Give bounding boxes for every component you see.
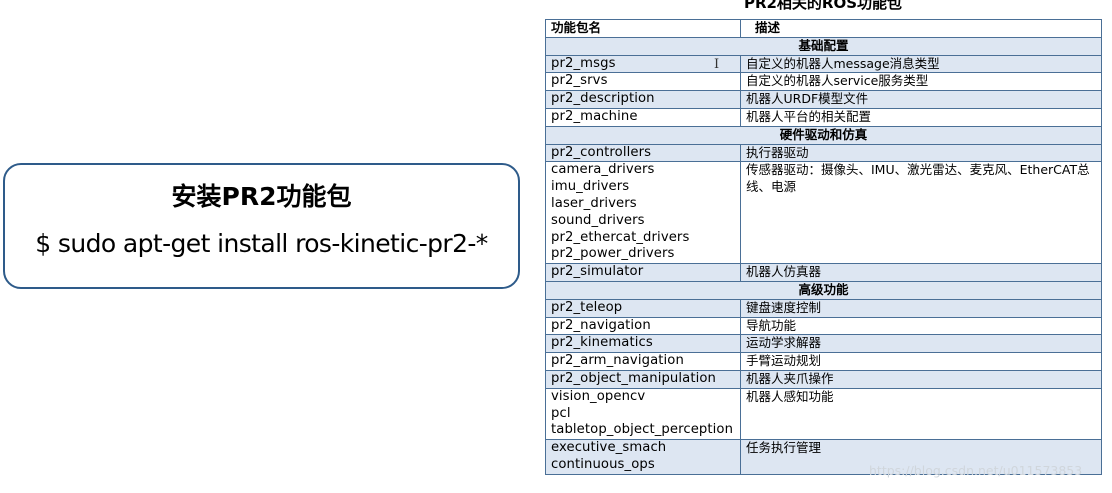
table-title: PR2相关的ROS功能包 — [743, 0, 903, 12]
watermark: https://blog.csdn.net/u011573853 — [869, 463, 1083, 478]
package-name-cell: pr2_teleop — [545, 298, 741, 318]
package-description-cell: 传感器驱动：摄像头、IMU、激光雷达、麦克风、EtherCAT总线、电源 — [740, 161, 1102, 265]
package-name-cell: pr2_srvs — [545, 72, 741, 92]
package-name-cell: pr2_msgs — [545, 54, 741, 74]
table-row: pr2_srvs 自定义的机器人service服务类型 — [545, 72, 1102, 92]
ros-package-table: 功能包名 描述 基础配置 pr2_msgs 自定义的机器人message消息类型 pr… — [545, 19, 1102, 475]
text-cursor-icon: I — [714, 57, 720, 72]
install-command: $ sudo apt-get install ros-kinetic-pr2-* — [35, 229, 488, 258]
package-description-cell: 运动学求解器 — [740, 334, 1102, 354]
package-name-cell: pr2_simulator — [545, 263, 741, 282]
table-row: pr2_navigation 导航功能 — [545, 316, 1102, 336]
package-description-cell: 执行器驱动 — [740, 143, 1102, 163]
package-description-cell: 机器人感知功能 — [740, 387, 1102, 441]
section-label: 高级功能 — [545, 280, 1102, 300]
table-row: pr2_description 机器人URDF模型文件 — [545, 90, 1102, 109]
install-command-box: 安装PR2功能包 $ sudo apt-get install ros-kine… — [3, 163, 520, 289]
table-row: pr2_msgs 自定义的机器人message消息类型 — [545, 54, 1102, 74]
package-description-cell: 机器人夹爪操作 — [740, 369, 1102, 389]
section-label: 硬件驱动和仿真 — [545, 125, 1102, 145]
table-row: pr2_kinematics 运动学求解器 — [545, 334, 1102, 354]
package-name-cell: pr2_kinematics — [545, 334, 741, 354]
package-description-cell: 机器人仿真器 — [740, 263, 1102, 282]
table-row: pr2_machine 机器人平台的相关配置 — [545, 107, 1102, 127]
package-name-cell: pr2_arm_navigation — [545, 352, 741, 371]
header-description: 描述 — [740, 19, 1102, 38]
package-name-cell: executive_smach continuous_ops — [545, 439, 741, 475]
section-row: 高级功能 — [545, 280, 1102, 300]
package-name-cell: pr2_navigation — [545, 316, 741, 336]
package-name-cell: pr2_description — [545, 90, 741, 109]
package-description-cell: 机器人平台的相关配置 — [740, 107, 1102, 127]
package-description-cell: 自定义的机器人message消息类型 — [740, 54, 1102, 74]
package-description-cell: 键盘速度控制 — [740, 298, 1102, 318]
install-title: 安装PR2功能包 — [171, 182, 352, 211]
table-row: pr2_teleop 键盘速度控制 — [545, 298, 1102, 318]
package-description-cell: 手臂运动规划 — [740, 352, 1102, 371]
package-table-body: 功能包名 描述 基础配置 pr2_msgs 自定义的机器人message消息类型 pr… — [545, 19, 1102, 475]
package-name-cell: pr2_machine — [545, 107, 741, 127]
package-description-cell: 导航功能 — [740, 316, 1102, 336]
table-header-row: 功能包名 描述 — [545, 19, 1102, 38]
table-row: vision_opencv pcl tabletop_object_percep… — [545, 387, 1102, 441]
section-row: 硬件驱动和仿真 — [545, 125, 1102, 145]
table-row: pr2_simulator 机器人仿真器 — [545, 263, 1102, 282]
package-name-cell: vision_opencv pcl tabletop_object_percep… — [545, 387, 741, 441]
table-row: pr2_arm_navigation 手臂运动规划 — [545, 352, 1102, 371]
section-row: 基础配置 — [545, 36, 1102, 56]
package-name-cell: pr2_controllers — [545, 143, 741, 163]
header-package-name: 功能包名 — [545, 19, 741, 38]
table-row: pr2_object_manipulation 机器人夹爪操作 — [545, 369, 1102, 389]
table-row: pr2_controllers 执行器驱动 — [545, 143, 1102, 163]
package-name-cell: pr2_object_manipulation — [545, 369, 741, 389]
section-label: 基础配置 — [545, 36, 1102, 56]
package-name-cell: camera_drivers imu_drivers laser_drivers… — [545, 161, 741, 265]
package-description-cell: 机器人URDF模型文件 — [740, 90, 1102, 109]
package-description-cell: 自定义的机器人service服务类型 — [740, 72, 1102, 92]
table-row: camera_drivers imu_drivers laser_drivers… — [545, 161, 1102, 265]
